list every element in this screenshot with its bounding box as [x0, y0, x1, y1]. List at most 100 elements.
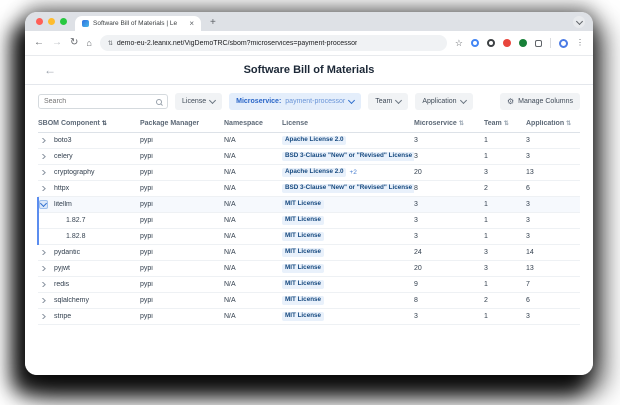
extension-icon[interactable] [519, 39, 527, 47]
extension-icon[interactable] [471, 39, 479, 47]
sort-icon[interactable]: ⇅ [459, 121, 463, 127]
table-row[interactable]: pydantic pypi N/A MIT License 24 3 14 [38, 245, 580, 261]
search-icon [156, 99, 162, 105]
new-tab-button[interactable]: + [210, 18, 216, 28]
table-row[interactable]: boto3 pypi N/A Apache License 2.0 3 1 3 [38, 133, 580, 149]
page-back-arrow-icon[interactable]: ← [44, 64, 56, 76]
column-header[interactable]: Team⇅ [484, 120, 526, 127]
chevron-down-icon [209, 97, 216, 104]
chevron-down-icon [348, 97, 355, 104]
license-badge[interactable]: MIT License [282, 200, 324, 210]
page-header: ← Software Bill of Materials [25, 56, 593, 85]
table-row[interactable]: sqlalchemy pypi N/A MIT License 8 2 6 [38, 293, 580, 309]
microservice-filter-value: payment-processor [285, 98, 345, 105]
extensions-puzzle-icon[interactable] [535, 40, 542, 47]
row-expander[interactable] [38, 282, 54, 287]
minimize-window-button[interactable] [48, 18, 55, 25]
license-badge[interactable]: MIT License [282, 216, 324, 226]
back-button[interactable]: ← [34, 38, 44, 48]
column-header[interactable]: SBOM Component⇅ [38, 120, 140, 127]
sort-icon[interactable]: ⇅ [566, 121, 570, 127]
browser-tab[interactable]: Software Bill of Materials | Le × [75, 16, 201, 31]
sort-icon[interactable]: ⇅ [102, 121, 106, 127]
extension-icon[interactable] [487, 39, 495, 47]
license-badge[interactable]: Apache License 2.0 [282, 168, 346, 178]
column-header-label: Microservice [414, 120, 457, 127]
search-box[interactable] [38, 94, 168, 109]
application-count: 3 [526, 313, 580, 320]
microservice-count: 3 [414, 153, 484, 160]
table-row[interactable]: litellm pypi N/A MIT License 3 1 3 [38, 197, 580, 213]
row-expander[interactable] [38, 154, 54, 159]
chevron-right-icon [39, 154, 45, 159]
column-header[interactable]: Application⇅ [526, 120, 580, 127]
row-expander[interactable] [38, 266, 54, 271]
package-manager-value: pypi [140, 313, 224, 320]
team-filter[interactable]: Team [368, 93, 408, 110]
license-filter[interactable]: License [175, 93, 222, 110]
manage-columns-button[interactable]: ⚙ Manage Columns [500, 93, 580, 110]
namespace-value: N/A [224, 137, 282, 144]
license-badge[interactable]: MIT License [282, 280, 324, 290]
license-cell: MIT License [282, 216, 414, 226]
collapse-toggle[interactable] [39, 200, 48, 209]
application-count: 7 [526, 281, 580, 288]
license-badge[interactable]: BSD 3-Clause "New" or "Revised" License [282, 184, 414, 194]
microservice-filter[interactable]: Microservice: payment-processor [229, 93, 361, 110]
package-manager-value: pypi [140, 217, 224, 224]
table-row[interactable]: cryptography pypi N/A Apache License 2.0… [38, 165, 580, 181]
home-button[interactable]: ⌂ [86, 39, 91, 48]
table-row[interactable]: 1.82.7 pypi N/A MIT License 3 1 3 [38, 213, 580, 229]
site-settings-icon[interactable]: ⇅ [108, 40, 112, 47]
maximize-window-button[interactable] [60, 18, 67, 25]
row-expander[interactable] [38, 298, 54, 303]
tab-title: Software Bill of Materials | Le [93, 20, 185, 27]
search-input[interactable] [44, 98, 156, 105]
application-count: 14 [526, 249, 580, 256]
license-badge[interactable]: Apache License 2.0 [282, 136, 346, 146]
license-badge[interactable]: MIT License [282, 248, 324, 258]
browser-menu-icon[interactable]: ⋮ [576, 39, 584, 47]
table-row[interactable]: redis pypi N/A MIT License 9 1 7 [38, 277, 580, 293]
license-more-link[interactable]: +2 [349, 169, 356, 176]
table-row[interactable]: stripe pypi N/A MIT License 3 1 3 [38, 309, 580, 325]
browser-window: Software Bill of Materials | Le × + ← → … [25, 12, 593, 375]
close-tab-icon[interactable]: × [189, 20, 194, 28]
license-cell: MIT License [282, 312, 414, 322]
application-filter[interactable]: Application [415, 93, 472, 110]
profile-avatar[interactable] [559, 39, 568, 48]
row-expander[interactable] [38, 200, 54, 209]
forward-button[interactable]: → [52, 38, 62, 48]
row-expander[interactable] [38, 314, 54, 319]
license-badge[interactable]: MIT License [282, 296, 324, 306]
table-row[interactable]: 1.82.8 pypi N/A MIT License 3 1 3 [38, 229, 580, 245]
row-expander[interactable] [38, 170, 54, 175]
application-count: 3 [526, 201, 580, 208]
window-controls [36, 18, 67, 25]
component-name: celery [54, 153, 140, 160]
application-count: 3 [526, 233, 580, 240]
sort-icon[interactable]: ⇅ [504, 121, 508, 127]
table-row[interactable]: pyjwt pypi N/A MIT License 20 3 13 [38, 261, 580, 277]
row-expander[interactable] [38, 138, 54, 143]
license-badge[interactable]: MIT License [282, 312, 324, 322]
package-manager-value: pypi [140, 297, 224, 304]
team-count: 2 [484, 297, 526, 304]
tab-list-button[interactable] [573, 16, 585, 28]
close-window-button[interactable] [36, 18, 43, 25]
address-bar[interactable]: ⇅ demo-eu-2.leanix.net/VigDemoTRC/sbom?m… [100, 35, 447, 51]
bookmark-star-icon[interactable]: ☆ [455, 39, 463, 48]
license-badge[interactable]: MIT License [282, 232, 324, 242]
license-badge[interactable]: BSD 3-Clause "New" or "Revised" License [282, 152, 414, 162]
row-expander[interactable] [38, 250, 54, 255]
browser-toolbar: ← → ↻ ⌂ ⇅ demo-eu-2.leanix.net/VigDemoTR… [25, 31, 593, 56]
namespace-value: N/A [224, 185, 282, 192]
team-filter-label: Team [375, 98, 392, 105]
row-expander[interactable] [38, 186, 54, 191]
reload-button[interactable]: ↻ [70, 38, 78, 48]
column-header[interactable]: Microservice⇅ [414, 120, 484, 127]
license-badge[interactable]: MIT License [282, 264, 324, 274]
extension-icon[interactable] [503, 39, 511, 47]
table-row[interactable]: httpx pypi N/A BSD 3-Clause "New" or "Re… [38, 181, 580, 197]
table-row[interactable]: celery pypi N/A BSD 3-Clause "New" or "R… [38, 149, 580, 165]
